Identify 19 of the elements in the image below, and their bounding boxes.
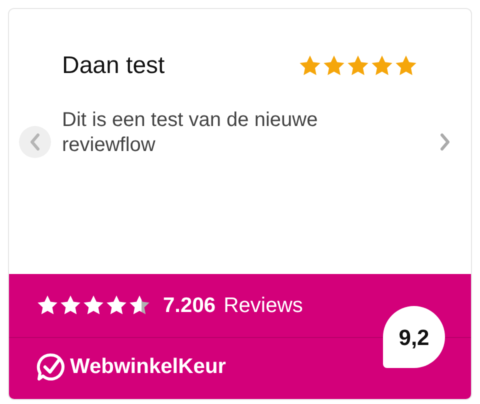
star-icon — [298, 54, 322, 78]
star-icon — [128, 294, 151, 317]
check-badge-icon — [36, 352, 66, 382]
star-icon — [346, 54, 370, 78]
review-count: 7.206 — [163, 292, 216, 319]
star-icon — [82, 294, 105, 317]
star-icon — [322, 54, 346, 78]
chevron-right-icon — [438, 133, 452, 151]
reviews-label: Reviews — [224, 292, 303, 319]
star-icon — [105, 294, 128, 317]
brand-name: WebwinkelKeur — [70, 354, 226, 380]
star-icon — [36, 294, 59, 317]
reviewer-name: Daan test — [62, 51, 165, 81]
chevron-left-icon — [28, 133, 42, 151]
score-badge: 9,2 — [383, 306, 445, 368]
review-text: Dit is een test van de nieuwe reviewflow — [62, 108, 319, 158]
star-icon — [394, 54, 418, 78]
star-icon — [59, 294, 82, 317]
star-icon — [370, 54, 394, 78]
